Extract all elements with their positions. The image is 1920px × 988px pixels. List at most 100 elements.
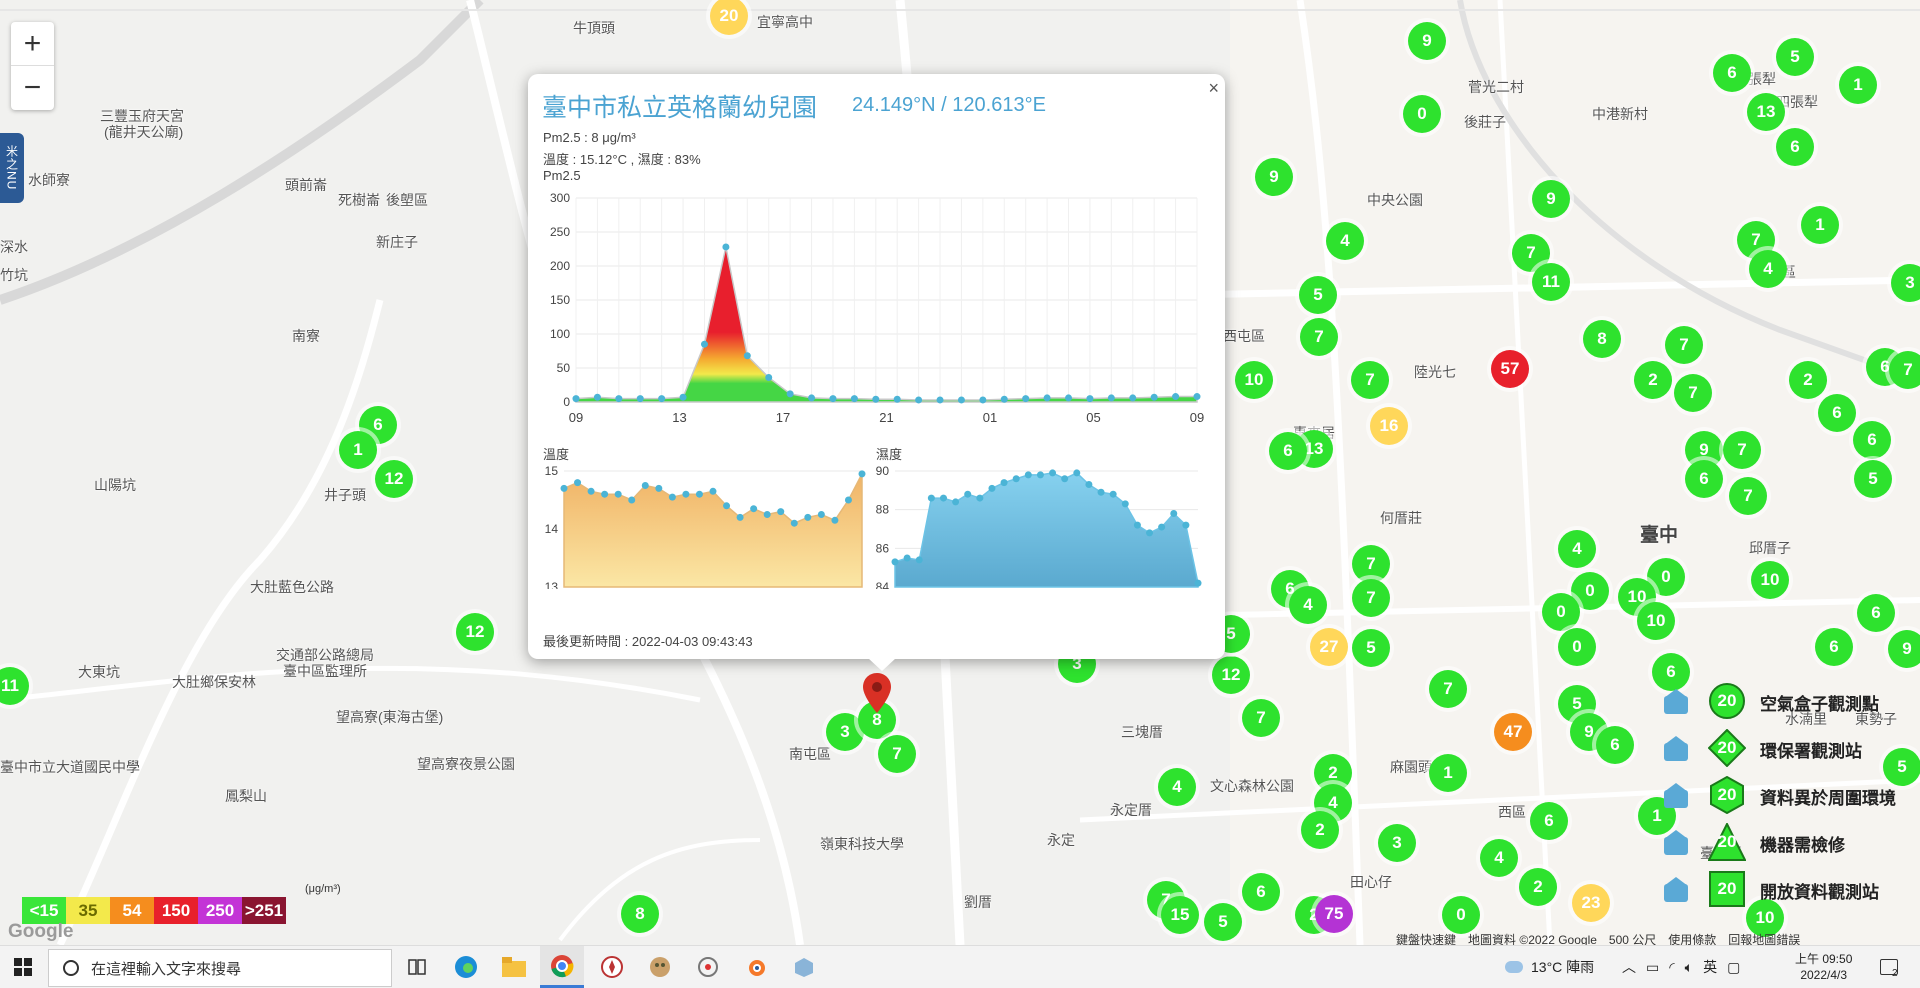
sensor-marker[interactable]: 12 [375, 460, 413, 498]
wifi-icon[interactable]: ◜ [1669, 959, 1674, 976]
sensor-marker[interactable]: 6 [1815, 628, 1853, 666]
sensor-marker[interactable]: 7 [1351, 361, 1389, 399]
taskbar-search[interactable]: 在這裡輸入文字來搜尋 [48, 949, 392, 987]
sensor-marker[interactable]: 7 [1242, 699, 1280, 737]
sensor-marker[interactable]: 4 [1326, 222, 1364, 260]
sensor-marker[interactable]: 2 [1634, 361, 1672, 399]
sensor-marker[interactable]: 7 [1665, 326, 1703, 364]
ime-indicator[interactable]: 英 [1703, 957, 1717, 977]
chevron-up-icon[interactable]: ︿ [1622, 957, 1636, 977]
sensor-marker[interactable]: 0 [1403, 95, 1441, 133]
sensor-marker[interactable]: 6 [1685, 460, 1723, 498]
sensor-marker[interactable]: 47 [1494, 713, 1532, 751]
sensor-marker[interactable]: 0 [1442, 896, 1480, 934]
zoom-out-button[interactable]: − [11, 65, 54, 109]
sensor-marker[interactable]: 5 [1776, 38, 1814, 76]
app-pinned-5[interactable] [782, 946, 826, 988]
sensor-marker[interactable]: 6 [1269, 432, 1307, 470]
sensor-marker[interactable]: 7 [1352, 579, 1390, 617]
edge-app[interactable] [444, 946, 488, 988]
sensor-marker[interactable]: 9 [1532, 180, 1570, 218]
sensor-marker[interactable]: 7 [1300, 318, 1338, 356]
battery-icon[interactable]: ▭ [1646, 959, 1659, 976]
notification-center[interactable]: 2 [1880, 946, 1898, 988]
chrome-app[interactable] [540, 946, 584, 988]
keyboard-icon[interactable]: ▢ [1727, 959, 1740, 976]
sensor-marker[interactable]: 1 [1839, 66, 1877, 104]
sensor-marker[interactable]: 7 [1429, 670, 1467, 708]
sensor-marker[interactable]: 9 [1888, 630, 1920, 668]
data-point [1107, 394, 1115, 402]
sensor-marker[interactable]: 1 [1801, 206, 1839, 244]
start-button[interactable] [0, 946, 46, 988]
sensor-marker[interactable]: 15 [1161, 896, 1199, 934]
side-menu-tab[interactable]: 米之NU [0, 133, 24, 203]
sensor-marker[interactable]: 6 [1596, 726, 1634, 764]
sensor-marker[interactable]: 3 [1378, 824, 1416, 862]
sensor-marker[interactable]: 23 [1572, 884, 1610, 922]
app-pinned-4[interactable] [734, 946, 778, 988]
sensor-marker[interactable]: 75 [1315, 895, 1353, 933]
sensor-marker[interactable]: 10 [1235, 361, 1273, 399]
app-pinned-1[interactable] [590, 946, 634, 988]
sensor-marker[interactable]: 6 [1857, 594, 1895, 632]
sensor-marker[interactable]: 5 [1204, 903, 1242, 941]
app-pinned-2[interactable] [638, 946, 682, 988]
sensor-marker[interactable]: 8 [1583, 320, 1621, 358]
sensor-marker[interactable]: 13 [1747, 93, 1785, 131]
sensor-marker[interactable]: 2 [1789, 361, 1827, 399]
weather-widget[interactable]: 13°C 陣雨 [1505, 946, 1594, 988]
sensor-marker[interactable]: 6 [1818, 394, 1856, 432]
sensor-marker[interactable]: 1 [339, 431, 377, 469]
attribution-item[interactable]: 地圖資料 ©2022 Google [1468, 931, 1597, 945]
sensor-marker[interactable]: 57 [1491, 350, 1529, 388]
sensor-marker[interactable]: 6 [1776, 128, 1814, 166]
clock[interactable]: 上午 09:50 2022/4/3 [1795, 946, 1852, 988]
sensor-marker[interactable]: 0 [1542, 593, 1580, 631]
attribution-item[interactable]: 回報地圖錯誤 [1728, 931, 1800, 945]
sensor-marker[interactable]: 1 [1429, 754, 1467, 792]
sensor-marker[interactable]: 10 [1751, 561, 1789, 599]
sensor-marker[interactable]: 6 [1853, 421, 1891, 459]
sensor-marker[interactable]: 11 [1532, 263, 1570, 301]
sensor-marker[interactable]: 2 [1301, 811, 1339, 849]
volume-icon[interactable]: 🔈︎ [1685, 959, 1693, 976]
sensor-marker[interactable]: 6 [1713, 54, 1751, 92]
sensor-marker[interactable]: 8 [621, 895, 659, 933]
sensor-marker[interactable]: 10 [1637, 602, 1675, 640]
sensor-marker[interactable]: 7 [878, 735, 916, 773]
app-pinned-3[interactable] [686, 946, 730, 988]
sensor-marker[interactable]: 6 [1530, 802, 1568, 840]
sensor-marker[interactable]: 6 [1242, 873, 1280, 911]
sensor-marker[interactable]: 5 [1299, 276, 1337, 314]
location-pin-icon[interactable] [863, 673, 891, 713]
task-view-button[interactable] [395, 946, 439, 988]
sensor-marker[interactable]: 7 [1723, 431, 1761, 469]
attribution-item[interactable]: 使用條款 [1668, 931, 1716, 945]
sensor-marker[interactable]: 4 [1158, 768, 1196, 806]
sensor-marker[interactable]: 9 [1408, 22, 1446, 60]
sensor-marker[interactable]: 5 [1854, 460, 1892, 498]
sensor-marker[interactable]: 16 [1370, 407, 1408, 445]
zoom-in-button[interactable]: + [11, 22, 54, 65]
attribution-item[interactable]: 鍵盤快速鍵 [1396, 931, 1456, 945]
tray-icons[interactable]: ︿ ▭ ◜ 🔈︎ 英 ▢ [1622, 946, 1740, 988]
sensor-marker[interactable]: 4 [1749, 250, 1787, 288]
sensor-marker[interactable]: 7 [1352, 545, 1390, 583]
sensor-marker[interactable]: 4 [1289, 586, 1327, 624]
sensor-marker[interactable]: 2 [1519, 868, 1557, 906]
sensor-marker[interactable]: 12 [456, 613, 494, 651]
sensor-marker[interactable]: 7 [1674, 374, 1712, 412]
sensor-marker[interactable]: 0 [1558, 628, 1596, 666]
sensor-marker[interactable]: 27 [1310, 628, 1348, 666]
file-explorer-app[interactable] [492, 946, 536, 988]
sensor-marker[interactable]: 5 [1352, 629, 1390, 667]
sensor-marker[interactable]: 12 [1212, 656, 1250, 694]
sensor-marker[interactable]: 4 [1558, 530, 1596, 568]
sensor-marker[interactable]: 7 [1889, 351, 1920, 389]
map-canvas[interactable]: 牛頂頭 宜寧高中 三豐玉府天宮 (龍井天公廟) 水師寮 頭前崙 死樹崙 後塱區 新庄子 深水 竹坑南… [0, 0, 1920, 945]
sensor-marker[interactable]: 9 [1255, 158, 1293, 196]
sensor-marker[interactable]: 4 [1480, 839, 1518, 877]
close-popup-button[interactable]: × [1208, 78, 1219, 99]
sensor-marker[interactable]: 7 [1729, 477, 1767, 515]
